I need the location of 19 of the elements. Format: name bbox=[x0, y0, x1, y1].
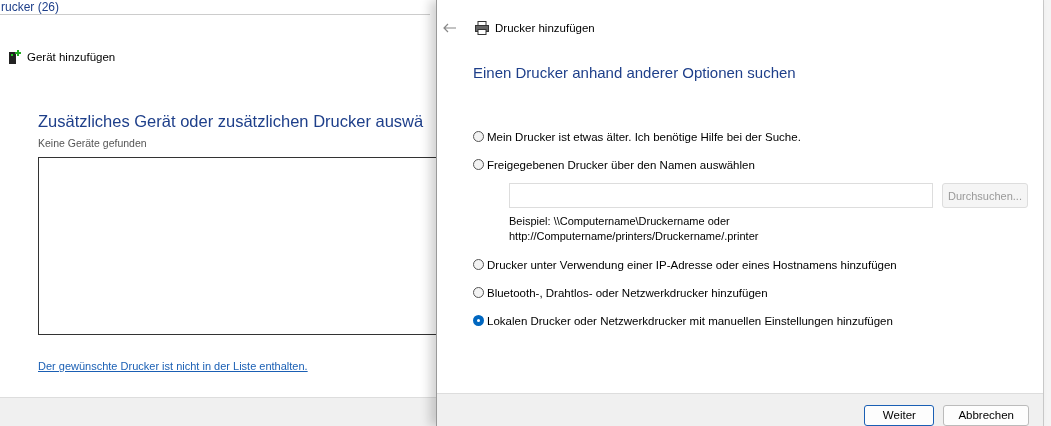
radio-option[interactable]: Mein Drucker ist etwas älter. Ich benötige Hilfe bei der Suche. bbox=[473, 129, 1043, 144]
radio-option[interactable]: Freigegebenen Drucker über den Namen auswählen bbox=[473, 157, 1043, 172]
radio-option[interactable]: Bluetooth-, Drahtlos- oder Netzwerkdrucker hinzufügen bbox=[473, 285, 1043, 300]
dialog-title: Drucker hinzufügen bbox=[495, 22, 595, 34]
dialog-heading: Einen Drucker anhand anderer Optionen suchen bbox=[473, 64, 797, 81]
add-device-button[interactable]: Gerät hinzufügen bbox=[27, 51, 116, 63]
radio-option[interactable]: Drucker unter Verwendung einer IP-Adresse oder eines Hostnamens hinzufügen bbox=[473, 257, 1043, 272]
page-heading: Zusätzliches Gerät oder zusätzlichen Drucker auswä bbox=[38, 112, 424, 131]
cancel-button[interactable]: Abbrechen bbox=[943, 404, 1029, 426]
radio-option[interactable]: Lokalen Drucker oder Netzwerkdrucker mit manuellen Einstellungen hinzufügen bbox=[473, 313, 1043, 328]
next-button[interactable]: Weiter bbox=[864, 404, 935, 426]
device-add-icon bbox=[9, 50, 21, 64]
back-arrow-icon[interactable] bbox=[443, 23, 457, 33]
printer-icon bbox=[475, 21, 489, 35]
printer-path-field[interactable] bbox=[509, 183, 933, 208]
example-text: Beispiel: \\Computername\Druckername oder http://Computername/printers/Druckername/.printer bbox=[509, 214, 760, 244]
status-text: Keine Geräte gefunden bbox=[38, 137, 148, 149]
window-title: rucker (26) bbox=[1, 1, 59, 14]
printer-not-listed-link[interactable]: Der gewünschte Drucker ist nicht in der Liste enthalten. bbox=[38, 360, 436, 372]
